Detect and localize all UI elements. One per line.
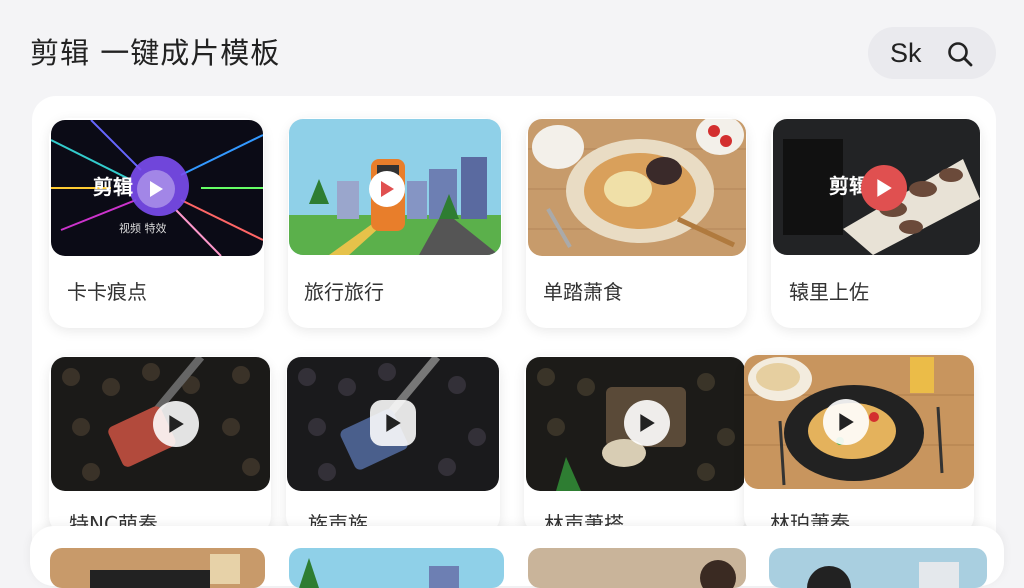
template-card[interactable]: 单踏萧食 [526,118,747,328]
search-icon[interactable] [946,40,974,72]
search-bar[interactable]: Sk [868,27,996,79]
play-icon[interactable] [369,171,405,207]
play-icon[interactable] [137,170,175,208]
play-icon[interactable] [370,400,416,446]
template-thumbnail-partial[interactable] [289,548,504,588]
play-icon[interactable] [624,400,670,446]
play-icon[interactable] [861,165,907,211]
template-card[interactable]: 剪辑 视频 特效 卡卡痕点 [49,118,264,328]
play-icon[interactable] [823,399,869,445]
page-title: 剪辑 一键成片模板 [30,36,281,70]
template-label: 辕里上佐 [789,280,869,304]
template-card[interactable]: 林声萧搭 [524,356,746,536]
template-thumbnail-partial[interactable] [50,548,265,588]
template-card[interactable]: 族声族 [286,356,500,536]
template-card[interactable]: 旅行旅行 [288,118,502,328]
template-label: 旅行旅行 [304,280,384,304]
template-thumbnail [528,119,746,256]
template-card[interactable]: 剪辑 辕里上佐 [771,118,981,328]
play-icon[interactable] [153,401,199,447]
template-thumbnail-partial[interactable] [769,548,987,588]
template-thumbnail-partial[interactable] [528,548,746,588]
template-label: 卡卡痕点 [67,280,147,304]
template-card[interactable]: 特NC萌奏 [49,356,271,536]
thumb-caption-text: 视频 特效 [119,221,167,235]
template-label: 单踏萧食 [543,280,623,304]
search-label: Sk [890,37,922,68]
template-card[interactable]: 林珀萧奏 [744,355,974,536]
thumb-title-text: 剪辑 [93,175,133,199]
